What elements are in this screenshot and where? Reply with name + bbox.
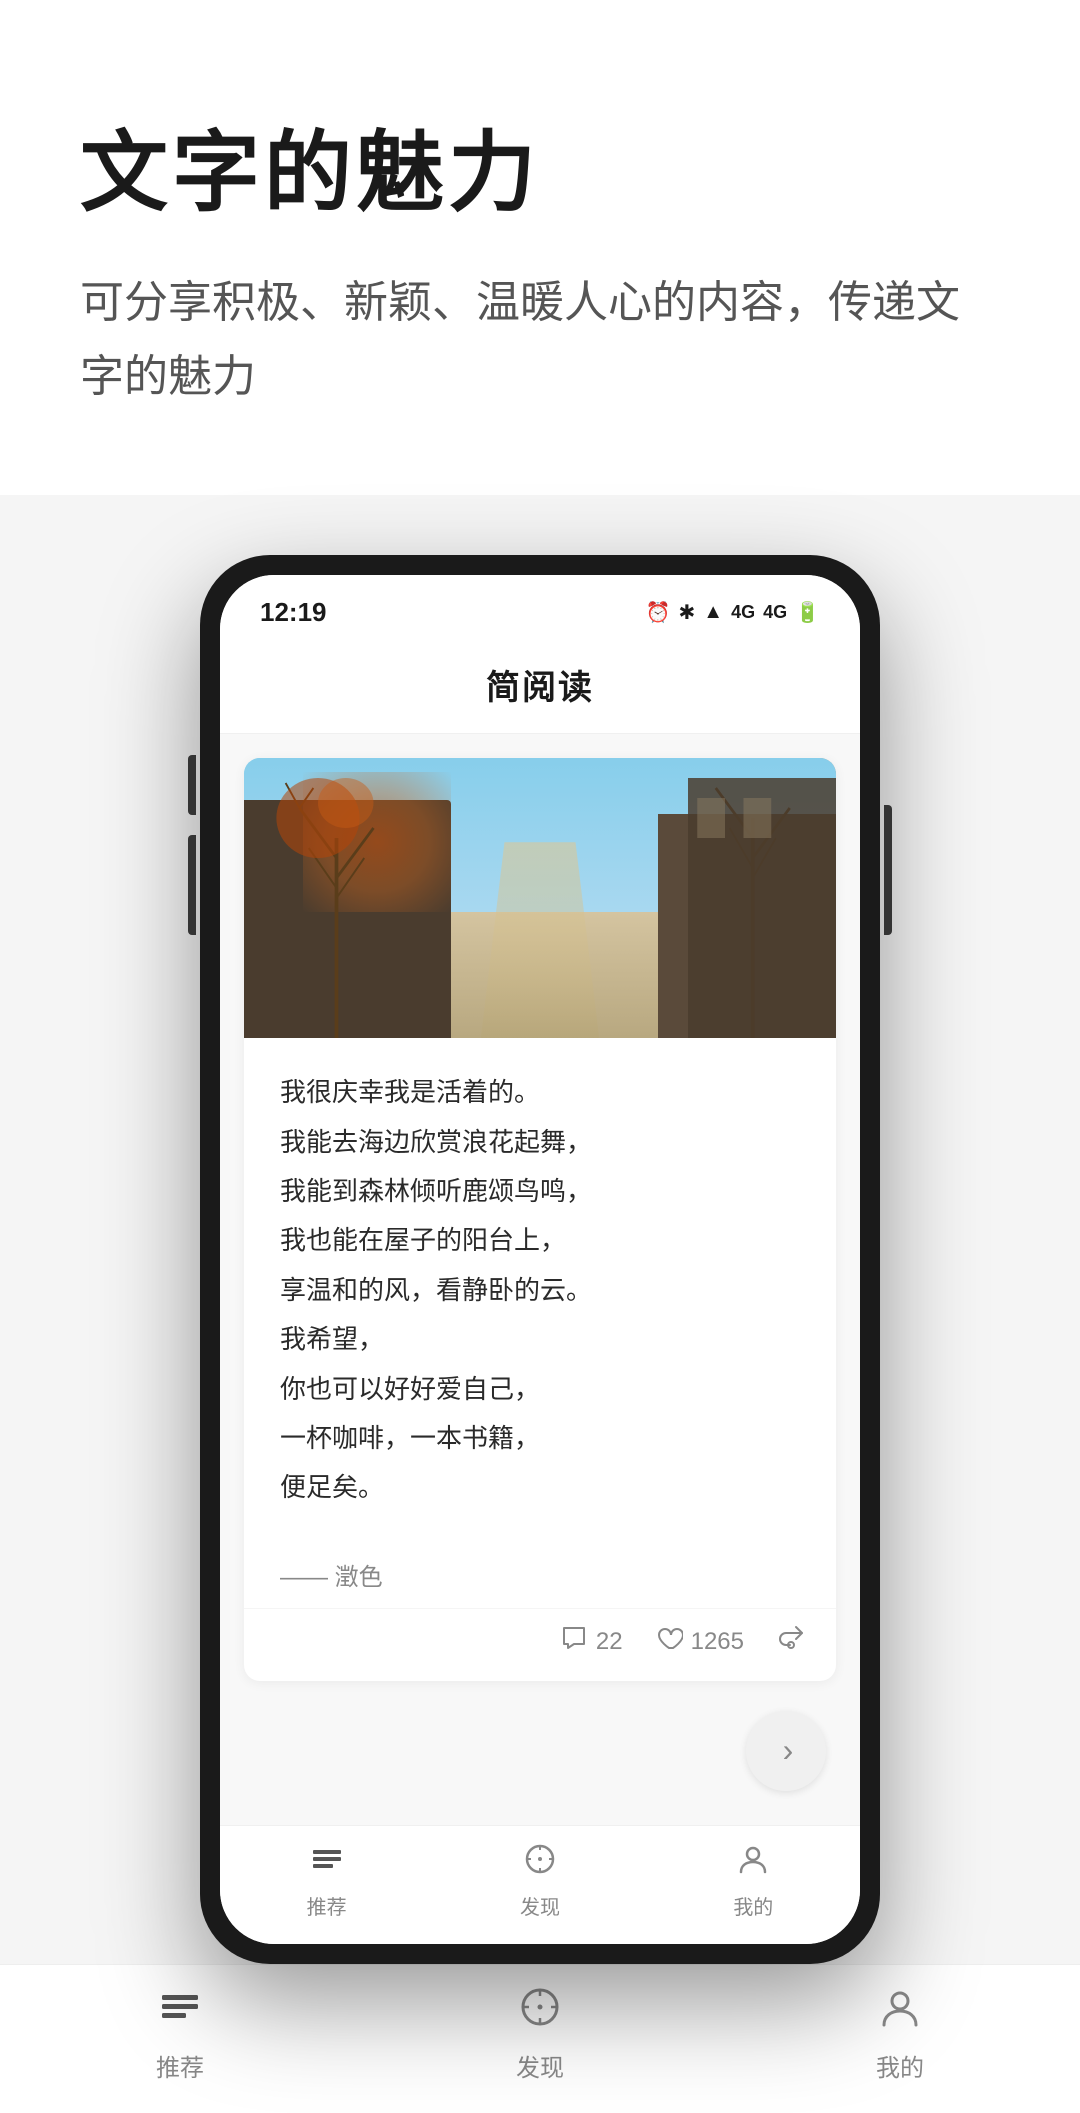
comment-count: 22 [596,1628,623,1656]
status-bar: 12:19 ⏰ ✱ ▲ 4G 4G 🔋 [220,575,860,640]
share-icon [776,1623,806,1661]
signal-4g-icon: 4G [731,602,755,623]
app-header: 简阅读 [220,640,860,734]
nav-discover-label: 发现 [520,1891,560,1920]
next-button-area: › [244,1681,836,1801]
main-profile-icon [878,1985,922,2040]
subtitle: 可分享积极、新颖、温暖人心的内容，传递文字的魅力 [80,266,1000,416]
phone-mockup: 12:19 ⏰ ✱ ▲ 4G 4G 🔋 简阅读 [200,555,880,1964]
signal-4g-2-icon: 4G [763,602,787,623]
status-icons: ⏰ ✱ ▲ 4G 4G 🔋 [646,600,820,625]
app-title: 简阅读 [486,669,594,707]
page-container: 文字的魅力 可分享积极、新颖、温暖人心的内容，传递文字的魅力 12:19 ⏰ ✱… [0,0,1080,2113]
article-author: —— 澂色 [244,1533,836,1608]
bluetooth-icon: ✱ [679,600,696,625]
side-button-1 [188,755,196,815]
status-time: 12:19 [260,597,327,628]
main-bottom-bar: 推荐 发现 我的 [0,1964,1080,2113]
main-tab-recommend[interactable]: 推荐 [156,1985,204,2083]
bottom-nav: 推荐 发现 [220,1825,860,1944]
phone-section: 12:19 ⏰ ✱ ▲ 4G 4G 🔋 简阅读 [0,495,1080,1964]
main-tab-discover[interactable]: 发现 [516,1985,564,2083]
next-button[interactable]: › [746,1711,826,1791]
main-tab-recommend-label: 推荐 [156,2048,204,2083]
nav-recommend[interactable]: 推荐 [277,1842,377,1920]
recommend-icon [310,1842,344,1885]
side-button-2 [188,835,196,935]
main-tab-profile[interactable]: 我的 [876,1985,924,2083]
main-tab-discover-label: 发现 [516,2048,564,2083]
comment-icon [560,1624,588,1659]
side-button-3 [884,805,892,935]
discover-icon [523,1842,557,1885]
article-card: 我很庆幸我是活着的。 我能去海边欣赏浪花起舞， 我能到森林倾听鹿颂鸟鸣， 我也能… [244,758,836,1681]
article-actions: 22 1265 [244,1608,836,1681]
battery-icon: 🔋 [795,600,820,625]
author-name: —— 澂色 [280,1564,383,1591]
alarm-icon: ⏰ [646,600,671,625]
wifi-icon: ▲ [703,601,723,624]
like-action[interactable]: 1265 [655,1624,744,1659]
main-recommend-icon [158,1985,202,2040]
content-area: 我很庆幸我是活着的。 我能去海边欣赏浪花起舞， 我能到森林倾听鹿颂鸟鸣， 我也能… [220,734,860,1825]
nav-profile-label: 我的 [733,1891,773,1920]
top-section: 文字的魅力 可分享积极、新颖、温暖人心的内容，传递文字的魅力 [0,0,1080,495]
main-tab-profile-label: 我的 [876,2048,924,2083]
article-body: 我很庆幸我是活着的。 我能去海边欣赏浪花起舞， 我能到森林倾听鹿颂鸟鸣， 我也能… [244,1038,836,1533]
like-count: 1265 [691,1628,744,1656]
phone-screen: 12:19 ⏰ ✱ ▲ 4G 4G 🔋 简阅读 [220,575,860,1944]
article-image [244,758,836,1038]
chevron-right-icon: › [783,1732,794,1769]
nav-profile[interactable]: 我的 [703,1842,803,1920]
profile-icon [736,1842,770,1885]
main-discover-icon [518,1985,562,2040]
trees-svg [244,758,836,1038]
share-action[interactable] [776,1623,806,1661]
nav-recommend-label: 推荐 [307,1891,347,1920]
article-text: 我很庆幸我是活着的。 我能去海边欣赏浪花起舞， 我能到森林倾听鹿颂鸟鸣， 我也能… [280,1068,800,1513]
comment-action[interactable]: 22 [560,1624,623,1659]
nav-discover[interactable]: 发现 [490,1842,590,1920]
main-title: 文字的魅力 [80,120,1000,226]
like-icon [655,1624,683,1659]
